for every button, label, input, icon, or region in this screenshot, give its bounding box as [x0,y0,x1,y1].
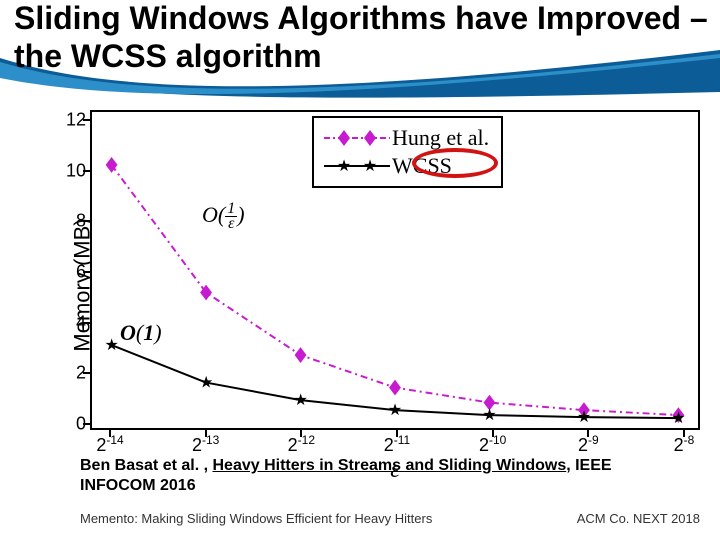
footer: Memento: Making Sliding Windows Efficien… [80,511,700,526]
legend-marker-hung [322,128,392,148]
annotation-o-1-over-eps: O(1ε) [202,202,245,232]
title-area: Sliding Windows Algorithms have Improved… [0,0,720,100]
ytick: 8 [52,211,86,232]
footer-left: Memento: Making Sliding Windows Efficien… [80,511,432,526]
svg-text:★: ★ [363,158,377,175]
ytick: 0 [52,414,86,435]
svg-text:★: ★ [337,158,351,175]
footer-right: ACM Co. NEXT 2018 [577,511,700,526]
svg-text:★: ★ [388,402,402,419]
legend-label-hung: Hung et al. [392,125,489,151]
svg-text:★: ★ [199,375,213,392]
ytick: 10 [52,160,86,181]
ytick: 12 [52,110,86,131]
citation-pre: Ben Basat et al. , [80,457,213,474]
wcss-highlight-circle [412,148,498,178]
ytick: 6 [52,262,86,283]
svg-text:★: ★ [671,410,685,427]
ytick: 4 [52,312,86,333]
slide: Sliding Windows Algorithms have Improved… [0,0,720,540]
citation-link[interactable]: Heavy Hitters in Streams and Sliding Win… [213,457,567,474]
legend-marker-wcss: ★★ [322,156,392,176]
svg-text:★: ★ [105,337,119,354]
svg-text:★: ★ [482,407,496,424]
plot-area: ★★★★★★★ Hung et al. ★★ WCSS O(1ε) O(1) [90,110,700,430]
svg-text:★: ★ [577,409,591,426]
svg-text:★: ★ [293,392,307,409]
chart: Memory (MB) ★★★★★★★ Hung et al. ★★ WCSS [20,100,700,470]
page-title: Sliding Windows Algorithms have Improved… [14,0,710,76]
annotation-o-1: O(1) [120,320,162,346]
ytick: 2 [52,363,86,384]
citation: Ben Basat et al. , Heavy Hitters in Stre… [80,456,640,496]
